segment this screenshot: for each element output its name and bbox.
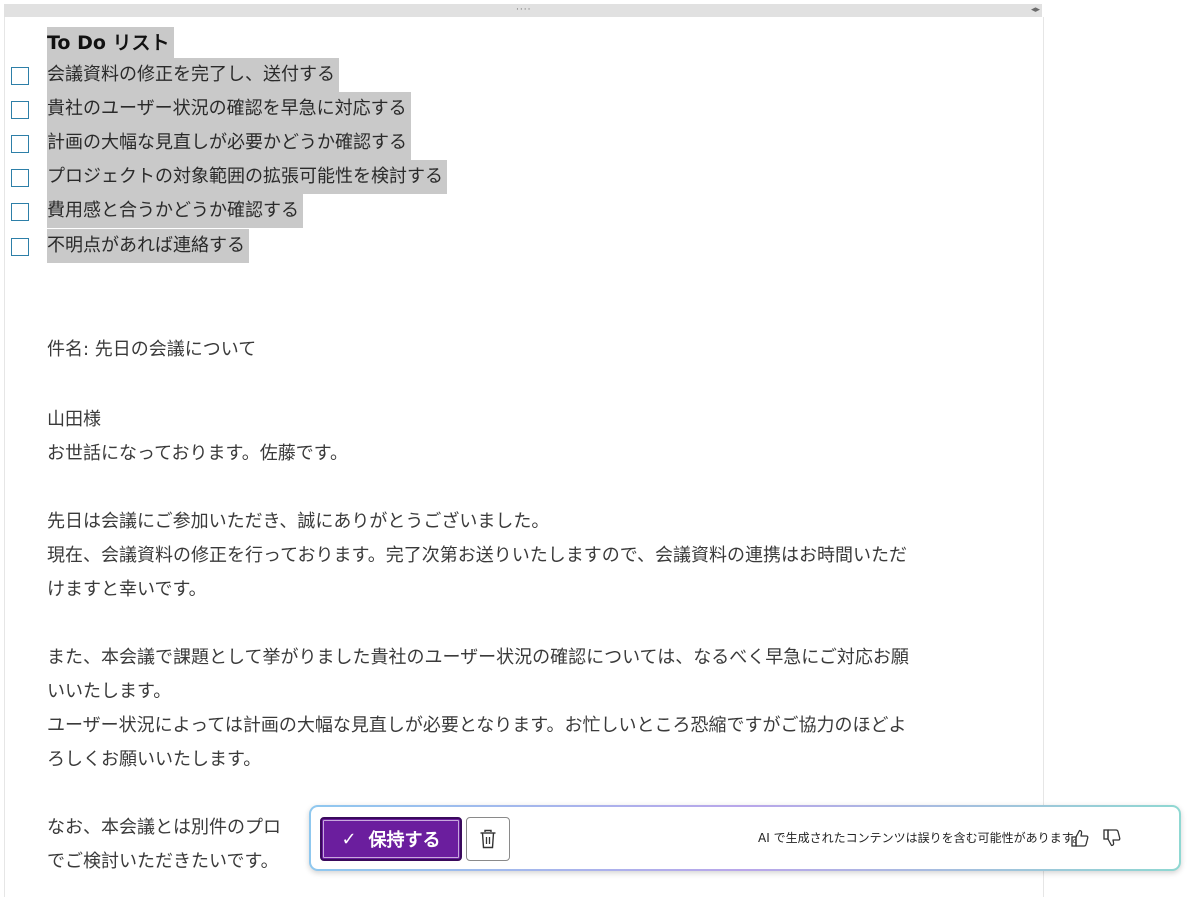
- check-icon: ✓: [341, 828, 357, 850]
- ai-suggestion-bar: ✓ 保持する AI で生成されたコンテンツは誤りを含む可能性があります。: [309, 805, 1181, 871]
- email-body-line: また、本会議で課題として挙がりました貴社のユーザー状況の確認については、なるべく…: [47, 647, 909, 668]
- ai-disclaimer: AI で生成されたコンテンツは誤りを含む可能性があります。: [758, 831, 1085, 845]
- todo-item-text: 貴社のユーザー状況の確認を早急に対応する: [47, 92, 411, 126]
- document-top-bar: ···· ◂▸: [4, 4, 1042, 17]
- todo-item-text: 会議資料の修正を完了し、送付する: [47, 58, 339, 92]
- todo-item-text: 不明点があれば連絡する: [47, 229, 249, 263]
- keep-button[interactable]: ✓ 保持する: [320, 817, 462, 861]
- todo-checkbox[interactable]: [11, 169, 29, 187]
- scroll-arrows-icon[interactable]: ◂▸: [1031, 5, 1040, 16]
- todo-checkbox[interactable]: [11, 101, 29, 119]
- todo-title: To Do リスト: [47, 27, 174, 59]
- todo-item-text: 費用感と合うかどうか確認する: [47, 194, 303, 228]
- email-body-line: ユーザー状況によっては計画の大幅な見直しが必要となります。お忙しいところ恐縮です…: [47, 715, 907, 736]
- email-body-line: 先日は会議にご参加いただき、誠にありがとうございました。: [47, 511, 550, 532]
- thumbs-up-icon: [1071, 829, 1089, 847]
- discard-button[interactable]: [466, 817, 510, 861]
- drag-handle-icon[interactable]: ····: [516, 6, 531, 15]
- todo-checkbox[interactable]: [11, 238, 29, 256]
- email-body-line: 現在、会議資料の修正を行っております。完了次第お送りいたしますので、会議資料の連…: [47, 545, 908, 566]
- email-body-line: でご検討いただきたいです。: [47, 851, 279, 872]
- todo-checkbox[interactable]: [11, 67, 29, 85]
- email-subject-line: 件名: 先日の会議について: [47, 339, 257, 360]
- todo-checkbox[interactable]: [11, 135, 29, 153]
- email-body-line: けますと幸いです。: [47, 579, 207, 600]
- todo-checkbox[interactable]: [11, 203, 29, 221]
- todo-item-text: 計画の大幅な見直しが必要かどうか確認する: [47, 126, 411, 160]
- trash-icon: [480, 829, 496, 849]
- thumbs-up-button[interactable]: [1069, 826, 1091, 850]
- email-body-line: いいたします。: [47, 681, 172, 702]
- email-body-line: お世話になっております。佐藤です。: [47, 443, 348, 464]
- email-greeting-line: 山田様: [47, 409, 101, 430]
- keep-button-label: 保持する: [368, 830, 441, 851]
- email-body-line: ろしくお願いいたします。: [47, 749, 262, 770]
- email-body-line: なお、本会議とは別件のプロ: [47, 817, 281, 838]
- thumbs-down-icon: [1103, 829, 1121, 847]
- thumbs-down-button[interactable]: [1101, 826, 1123, 850]
- todo-item-text: プロジェクトの対象範囲の拡張可能性を検討する: [47, 160, 447, 194]
